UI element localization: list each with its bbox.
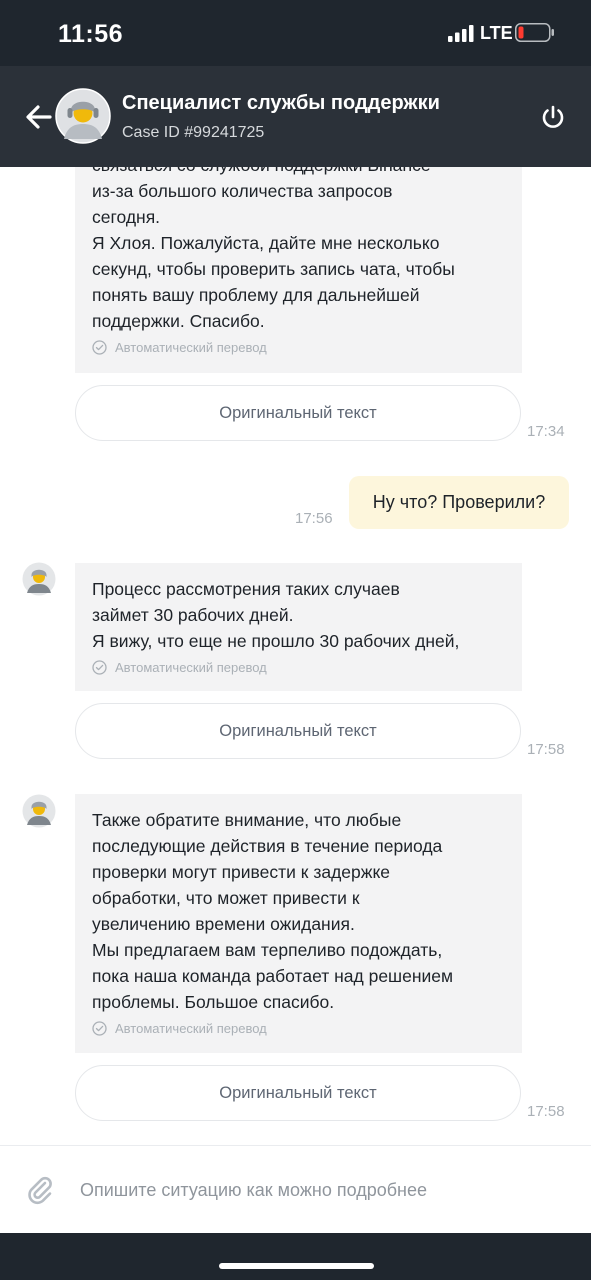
agent-message: связаться со службой поддержки Binance и… bbox=[75, 167, 522, 373]
original-text-button[interactable]: Оригинальный текст bbox=[75, 385, 521, 441]
chat-messages[interactable]: связаться со службой поддержки Binance и… bbox=[0, 167, 591, 1145]
agent-avatar-icon bbox=[22, 562, 56, 596]
paperclip-icon[interactable] bbox=[24, 1174, 56, 1206]
agent-avatar-icon bbox=[22, 794, 56, 828]
check-circle-icon bbox=[92, 1021, 107, 1036]
auto-translate-label: Автоматический перевод bbox=[115, 1021, 267, 1036]
message-text: связаться со службой поддержки Binance и… bbox=[92, 167, 455, 331]
message-time: 17:58 bbox=[527, 1103, 565, 1120]
message-text: Процесс рассмотрения таких случаев займе… bbox=[92, 579, 460, 651]
message-composer bbox=[0, 1145, 591, 1234]
status-bar: 11:56 LTE bbox=[0, 0, 591, 66]
auto-translate-note: Автоматический перевод bbox=[92, 1021, 506, 1036]
network-type: LTE bbox=[480, 23, 513, 43]
arrow-left-icon[interactable] bbox=[20, 98, 58, 136]
auto-translate-note: Автоматический перевод bbox=[92, 660, 506, 675]
agent-message: Также обратите внимание, что любые после… bbox=[75, 794, 522, 1053]
power-icon[interactable] bbox=[538, 102, 568, 132]
chat-header: Специалист службы поддержки Case ID #992… bbox=[0, 66, 591, 167]
system-nav-bar bbox=[0, 1233, 591, 1280]
original-text-button[interactable]: Оригинальный текст bbox=[75, 703, 521, 759]
check-circle-icon bbox=[92, 340, 107, 355]
message-input[interactable] bbox=[78, 1168, 572, 1212]
auto-translate-label: Автоматический перевод bbox=[115, 660, 267, 675]
home-indicator[interactable] bbox=[219, 1263, 374, 1269]
check-circle-icon bbox=[92, 660, 107, 675]
user-message: Ну что? Проверили? bbox=[349, 476, 569, 529]
battery-low-icon bbox=[515, 23, 554, 42]
auto-translate-label: Автоматический перевод bbox=[115, 340, 267, 355]
page-title: Специалист службы поддержки bbox=[122, 92, 440, 114]
message-time: 17:34 bbox=[527, 423, 565, 440]
agent-message: Процесс рассмотрения таких случаев займе… bbox=[75, 563, 522, 691]
original-text-button[interactable]: Оригинальный текст bbox=[75, 1065, 521, 1121]
message-time: 17:56 bbox=[295, 510, 333, 527]
case-id: Case ID #99241725 bbox=[122, 124, 265, 141]
message-text: Также обратите внимание, что любые после… bbox=[92, 810, 454, 1012]
signal-bars-icon bbox=[448, 25, 474, 42]
auto-translate-note: Автоматический перевод bbox=[92, 340, 506, 355]
agent-avatar-icon bbox=[55, 88, 111, 144]
message-time: 17:58 bbox=[527, 741, 565, 758]
status-time: 11:56 bbox=[58, 20, 124, 48]
